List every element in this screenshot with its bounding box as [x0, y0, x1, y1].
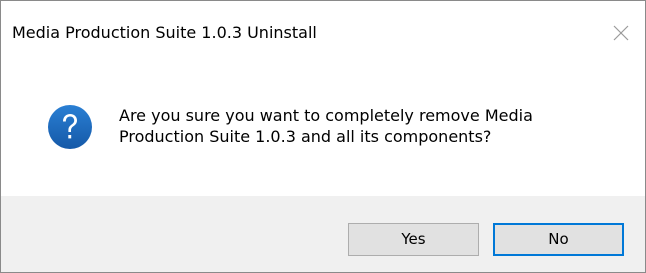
dialog-content: Are you sure you want to completely remo… [1, 61, 645, 196]
title-bar: Media Production Suite 1.0.3 Uninstall [1, 1, 645, 61]
message-line-1: Are you sure you want to completely remo… [119, 106, 533, 125]
window-title: Media Production Suite 1.0.3 Uninstall [12, 23, 317, 42]
question-icon [48, 105, 92, 149]
confirmation-message: Are you sure you want to completely remo… [119, 105, 619, 147]
no-button[interactable]: No [493, 223, 624, 256]
button-bar: Yes No [1, 196, 645, 272]
close-button[interactable] [599, 9, 645, 55]
close-icon [613, 25, 629, 41]
yes-button[interactable]: Yes [348, 223, 479, 256]
message-line-2: Production Suite 1.0.3 and all its compo… [119, 127, 492, 146]
uninstall-dialog: Media Production Suite 1.0.3 Uninstall A… [0, 0, 646, 273]
